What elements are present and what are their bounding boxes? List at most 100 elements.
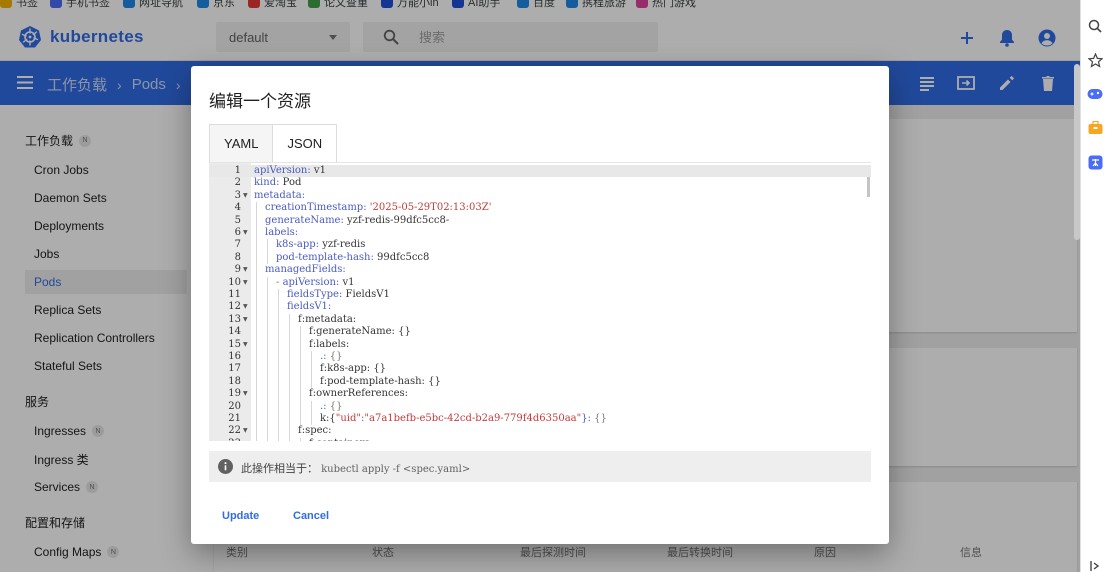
code-line: 22 ▼ f:spec: <box>209 425 871 437</box>
format-tabs: YAML JSON <box>209 124 338 162</box>
indent-guide <box>278 313 279 327</box>
toolbox-icon[interactable] <box>1085 118 1105 138</box>
code-text: .: {} <box>320 400 343 412</box>
indent-guide <box>311 351 312 364</box>
code-text: generateName: yzf-redis-99dfc5cc8- <box>265 214 450 226</box>
indent-guide <box>278 326 279 339</box>
indent-guide <box>289 351 290 364</box>
indent-guide <box>267 363 268 376</box>
code-line: 4 creationTimestamp: '2025-05-29T02:13:03… <box>209 202 871 214</box>
update-button[interactable]: Update <box>222 510 259 522</box>
fold-toggle-icon[interactable]: ▼ <box>243 339 248 351</box>
code-line: 3 ▼ metadata: <box>209 190 871 202</box>
line-number: 10 <box>228 276 241 288</box>
line-number: 2 <box>234 177 241 189</box>
indent-guide <box>267 301 268 314</box>
fold-toggle-icon[interactable]: ▼ <box>243 388 248 400</box>
indent-guide <box>256 363 257 376</box>
indent-guide <box>278 400 279 413</box>
code-text: f:k8s-app: {} <box>320 363 387 375</box>
line-number: 11 <box>228 289 241 300</box>
indent-guide <box>278 375 279 389</box>
dialog-title: 编辑一个资源 <box>209 92 311 111</box>
hint-text: 此操作相当于： kubectl apply -f <spec.yaml> <box>241 460 470 476</box>
indent-guide <box>278 338 279 351</box>
code-text: pod-template-hash: 99dfc5cc8 <box>276 251 430 263</box>
code-line: 11 fieldsType: FieldsV1 <box>209 289 871 301</box>
fold-toggle-icon[interactable]: ▼ <box>243 277 248 289</box>
code-line: 17 f:k8s-app: {} <box>209 363 871 375</box>
code-line: 2 kind: Pod <box>209 177 871 189</box>
indent-guide <box>289 338 290 351</box>
indent-guide <box>278 301 279 314</box>
indent-guide <box>256 202 257 215</box>
code-text: apiVersion: v1 <box>254 165 326 176</box>
tab-json[interactable]: JSON <box>272 124 338 162</box>
indent-guide <box>300 375 301 389</box>
fold-toggle-icon[interactable]: ▼ <box>243 314 248 326</box>
translate-icon[interactable] <box>1085 152 1105 172</box>
line-number: 16 <box>228 351 241 362</box>
code-text: creationTimestamp: '2025-05-29T02:13:03Z… <box>265 202 492 214</box>
expand-panel-icon[interactable] <box>1085 556 1105 572</box>
code-editor[interactable]: 1 apiVersion: v1 2 kind: Pod 3 ▼ metadata: 4 cre… <box>209 162 871 441</box>
code-text: k:{"uid":"a7a1befb-e5bc-42cd-b2a9-779f4d… <box>320 413 607 424</box>
hint-label: 此操作相当于： <box>241 463 318 475</box>
star-icon[interactable] <box>1085 50 1105 70</box>
code-line: 15 ▼ f:labels: <box>209 339 871 351</box>
indent-guide <box>267 425 268 438</box>
indent-guide <box>267 289 268 302</box>
fold-toggle-icon[interactable]: ▼ <box>243 425 248 437</box>
indent-guide <box>300 400 301 413</box>
page-scrollbar[interactable] <box>1074 64 1080 240</box>
code-line: 9 ▼ managedFields: <box>209 264 871 276</box>
indent-guide <box>267 276 268 289</box>
indent-guide <box>267 326 268 339</box>
browser-side-panel <box>1074 0 1107 572</box>
code-text: metadata: <box>254 189 306 201</box>
indent-guide <box>267 400 268 413</box>
indent-guide <box>256 388 257 401</box>
line-number: 18 <box>228 375 241 387</box>
indent-guide <box>267 437 268 441</box>
indent-guide <box>278 413 279 426</box>
indent-guide <box>256 425 257 438</box>
indent-guide <box>278 351 279 364</box>
line-number: 9 <box>234 264 241 276</box>
line-number: 20 <box>228 400 241 412</box>
indent-guide <box>289 425 290 438</box>
indent-guide <box>256 351 257 364</box>
fold-toggle-icon[interactable]: ▼ <box>243 438 248 441</box>
indent-guide <box>300 413 301 426</box>
code-text: .: {} <box>320 351 343 362</box>
code-text: f:metadata: <box>298 313 357 325</box>
line-number: 13 <box>228 313 241 325</box>
line-number: 14 <box>228 326 241 338</box>
indent-guide <box>256 375 257 389</box>
fold-toggle-icon[interactable]: ▼ <box>243 264 248 276</box>
gamepad-icon[interactable] <box>1085 84 1105 104</box>
indent-guide <box>311 400 312 413</box>
indent-guide <box>300 388 301 401</box>
search-icon[interactable] <box>1085 16 1105 36</box>
indent-guide <box>256 313 257 327</box>
line-number: 23 <box>209 438 241 441</box>
indent-guide <box>267 413 268 426</box>
code-line: 13 ▼ f:metadata: <box>209 314 871 326</box>
cancel-button[interactable]: Cancel <box>293 510 329 522</box>
indent-guide <box>278 437 279 441</box>
indent-guide <box>289 437 290 441</box>
fold-toggle-icon[interactable]: ▼ <box>243 301 248 313</box>
code-text: f:generateName: {} <box>309 326 411 338</box>
indent-guide <box>267 251 268 265</box>
tab-yaml[interactable]: YAML <box>209 124 273 162</box>
fold-toggle-icon[interactable]: ▼ <box>243 227 248 239</box>
code-line: 7 k8s-app: yzf-redis <box>209 239 871 251</box>
code-line: 20 .: {} <box>209 401 871 413</box>
code-line: 12 ▼ fieldsV1: <box>209 301 871 313</box>
code-text: f:labels: <box>309 338 350 350</box>
indent-guide <box>278 425 279 438</box>
indent-guide <box>256 251 257 265</box>
fold-toggle-icon[interactable]: ▼ <box>243 190 248 202</box>
indent-guide <box>267 338 268 351</box>
